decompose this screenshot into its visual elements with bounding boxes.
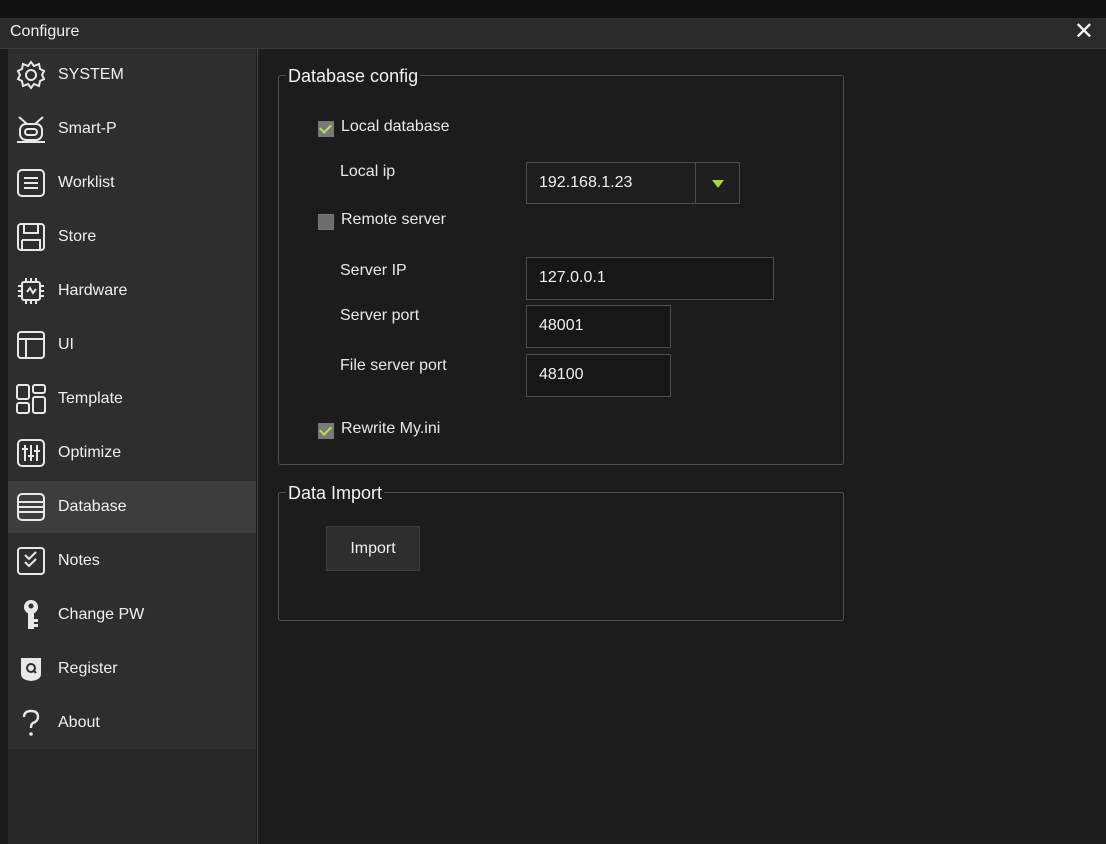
database-config-title: Database config bbox=[286, 66, 421, 87]
server-port-input[interactable]: 48001 bbox=[526, 305, 671, 348]
rewrite-myini-checkbox[interactable] bbox=[318, 423, 334, 439]
server-ip-input[interactable]: 127.0.0.1 bbox=[526, 257, 774, 300]
remote-server-checkbox[interactable] bbox=[318, 214, 334, 230]
sidebar-footer bbox=[8, 749, 256, 844]
sidebar-item-label: Store bbox=[58, 228, 97, 245]
sidebar-item-label: UI bbox=[58, 336, 74, 353]
sidebar-item-label: Database bbox=[58, 498, 127, 515]
close-icon[interactable]: ✕ bbox=[1074, 18, 1094, 46]
sidebar-item-label: SYSTEM bbox=[58, 66, 124, 83]
file-server-port-input[interactable]: 48100 bbox=[526, 354, 671, 397]
combo-separator bbox=[695, 163, 696, 203]
data-import-title: Data Import bbox=[286, 483, 385, 504]
sidebar-item-label: Template bbox=[58, 390, 123, 407]
sidebar-item-notes[interactable]: Notes bbox=[8, 535, 256, 587]
server-port-value: 48001 bbox=[539, 317, 584, 334]
template-icon bbox=[13, 381, 49, 417]
list-icon bbox=[13, 165, 49, 201]
sidebar-item-template[interactable]: Template bbox=[8, 373, 256, 425]
import-button[interactable]: Import bbox=[326, 526, 420, 571]
sidebar-item-about[interactable]: About bbox=[8, 697, 256, 749]
server-port-label: Server port bbox=[340, 307, 420, 324]
sidebar-item-label: Hardware bbox=[58, 282, 128, 299]
local-ip-value: 192.168.1.23 bbox=[539, 174, 633, 191]
sidebar-item-label: Notes bbox=[58, 552, 100, 569]
local-database-label: Local database bbox=[341, 118, 450, 135]
sliders-icon bbox=[13, 435, 49, 471]
sidebar: SYSTEM Smart-P Worklist Store Hardware U… bbox=[8, 49, 256, 844]
sidebar-item-database[interactable]: Database bbox=[8, 481, 256, 533]
notes-icon bbox=[13, 543, 49, 579]
content-panel: Database config Local database Local ip … bbox=[257, 49, 1106, 844]
file-server-port-label: File server port bbox=[340, 357, 447, 374]
local-database-checkbox[interactable] bbox=[318, 121, 334, 137]
robot-icon bbox=[13, 111, 49, 147]
sidebar-item-label: Smart-P bbox=[58, 120, 117, 137]
local-ip-combobox[interactable]: 192.168.1.23 bbox=[526, 162, 740, 204]
chevron-down-icon[interactable] bbox=[712, 180, 724, 188]
key-icon bbox=[13, 597, 49, 633]
server-ip-label: Server IP bbox=[340, 262, 407, 279]
sidebar-item-system[interactable]: SYSTEM bbox=[8, 49, 256, 101]
layout-icon bbox=[13, 327, 49, 363]
window-title: Configure bbox=[10, 23, 80, 40]
rewrite-myini-label: Rewrite My.ini bbox=[341, 420, 441, 437]
local-ip-label: Local ip bbox=[340, 163, 396, 180]
sidebar-item-label: Change PW bbox=[58, 606, 145, 623]
sidebar-item-register[interactable]: Register bbox=[8, 643, 256, 695]
sidebar-item-hardware[interactable]: Hardware bbox=[8, 265, 256, 317]
sidebar-item-label: Optimize bbox=[58, 444, 122, 461]
save-icon bbox=[13, 219, 49, 255]
configure-window: Configure ✕ SYSTEM Smart-P Worklist Stor… bbox=[0, 0, 1106, 844]
sidebar-item-change-pw[interactable]: Change PW bbox=[8, 589, 256, 641]
sidebar-item-label: Register bbox=[58, 660, 118, 677]
remote-server-label: Remote server bbox=[341, 211, 446, 228]
sidebar-item-store[interactable]: Store bbox=[8, 211, 256, 263]
title-bar: Configure ✕ bbox=[0, 18, 1106, 49]
file-server-port-value: 48100 bbox=[539, 366, 584, 383]
top-strip bbox=[0, 0, 1106, 18]
sidebar-item-worklist[interactable]: Worklist bbox=[8, 157, 256, 209]
database-icon bbox=[13, 489, 49, 525]
sidebar-item-label: About bbox=[58, 714, 100, 731]
sidebar-item-label: Worklist bbox=[58, 174, 115, 191]
sidebar-item-optimize[interactable]: Optimize bbox=[8, 427, 256, 479]
register-icon bbox=[13, 651, 49, 687]
sidebar-item-ui[interactable]: UI bbox=[8, 319, 256, 371]
gear-icon bbox=[13, 57, 49, 93]
question-icon bbox=[13, 705, 49, 741]
sidebar-item-smart-p[interactable]: Smart-P bbox=[8, 103, 256, 155]
server-ip-value: 127.0.0.1 bbox=[539, 269, 606, 286]
chip-icon bbox=[13, 273, 49, 309]
